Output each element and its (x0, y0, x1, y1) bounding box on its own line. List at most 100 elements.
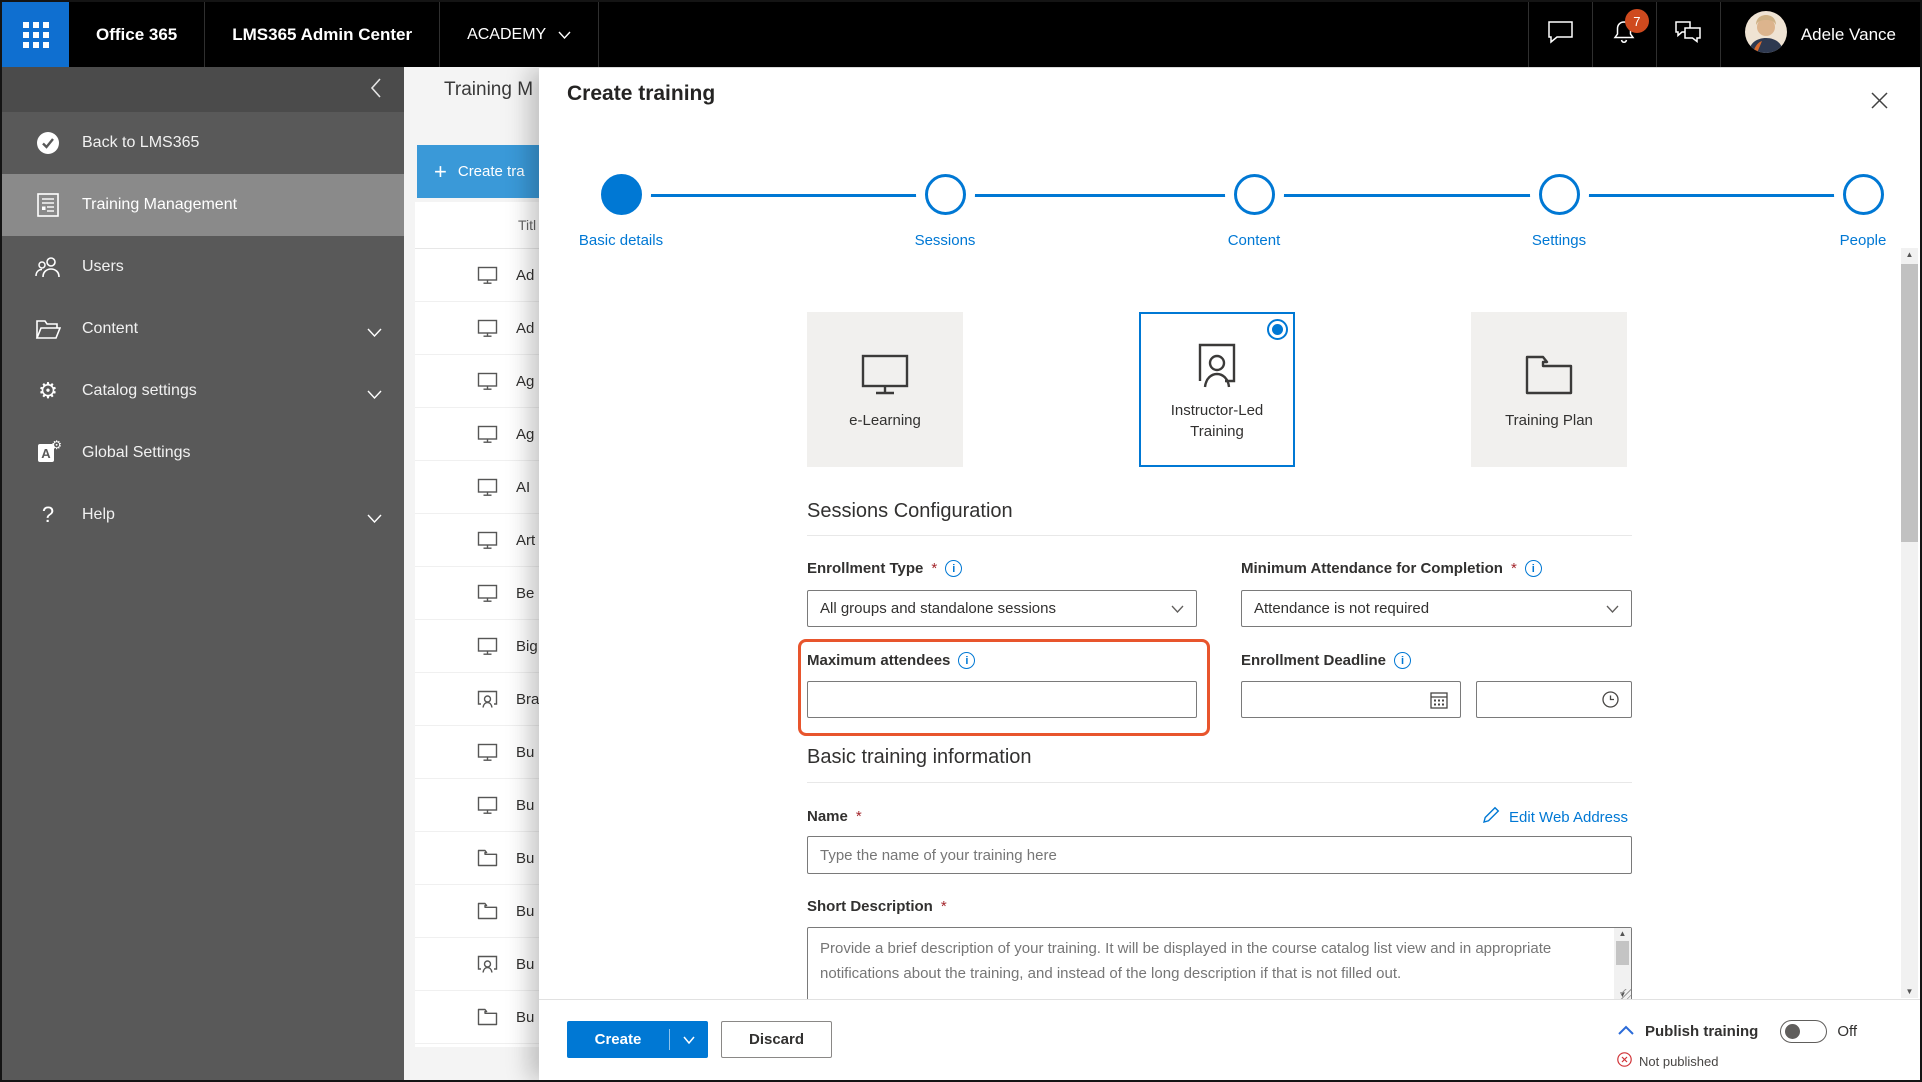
training-type-training-plan[interactable]: Training Plan (1471, 312, 1627, 467)
folder-icon (477, 1008, 499, 1026)
sidebar-item-global-settings[interactable]: A⚙ Global Settings (2, 422, 404, 484)
scroll-up-icon: ▲ (1901, 250, 1918, 259)
feedback-button[interactable] (1656, 2, 1720, 67)
toggle-state-label: Off (1837, 1023, 1857, 1040)
publish-training-control: Publish training Off (1617, 1020, 1857, 1043)
tenant-dropdown[interactable]: ACADEMY (440, 2, 599, 67)
modal-footer: Create Discard Publish training Off (539, 999, 1920, 1080)
training-type-elearning[interactable]: e-Learning (807, 312, 963, 467)
step-circle-icon (1234, 174, 1275, 215)
info-icon[interactable]: i (1525, 560, 1542, 577)
scroll-down-icon: ▼ (1901, 987, 1918, 996)
training-type-instructor-led[interactable]: Instructor-Led Training (1139, 312, 1295, 467)
info-icon[interactable]: i (1394, 652, 1411, 669)
enrollment-deadline-label: Enrollment Deadline i (1241, 652, 1411, 669)
chat-button[interactable] (1528, 2, 1592, 67)
row-title: Bra (516, 691, 539, 708)
folder-icon (477, 849, 499, 867)
modal-title: Create training (567, 82, 715, 106)
row-title: Ag (516, 426, 534, 443)
step-settings[interactable]: Settings (1474, 174, 1644, 249)
step-people[interactable]: People (1778, 174, 1922, 249)
step-circle-icon (601, 174, 642, 215)
textarea-resize-handle[interactable] (1621, 989, 1631, 999)
folder-open-icon (34, 318, 62, 340)
step-label: Basic details (536, 232, 706, 249)
user-name: Adele Vance (1801, 25, 1896, 45)
office-365-link[interactable]: Office 365 (69, 2, 205, 67)
edit-web-address-link[interactable]: Edit Web Address (1482, 806, 1628, 828)
chevron-down-icon (367, 386, 382, 404)
row-title: Ag (516, 373, 534, 390)
chevron-down-icon (367, 324, 382, 342)
chevron-down-icon (558, 26, 571, 44)
step-label: Settings (1474, 232, 1644, 249)
notifications-button[interactable]: 7 (1592, 2, 1656, 67)
discard-button[interactable]: Discard (721, 1021, 832, 1058)
min-attendance-dropdown[interactable]: Attendance is not required (1241, 590, 1632, 627)
name-input[interactable] (807, 836, 1632, 874)
chevron-up-icon[interactable] (1617, 1023, 1635, 1041)
person-icon (477, 955, 499, 974)
question-icon: ? (34, 502, 62, 528)
sidebar-collapse-button[interactable] (2, 67, 404, 112)
scrollbar-thumb (1901, 264, 1918, 542)
step-sessions[interactable]: Sessions (860, 174, 1030, 249)
row-title: Ad (516, 267, 534, 284)
chevron-down-icon (1606, 605, 1619, 613)
create-button[interactable]: Create (567, 1021, 669, 1058)
sidebar-item-help[interactable]: ? Help (2, 484, 404, 546)
publish-toggle[interactable] (1780, 1020, 1827, 1043)
folder-icon (477, 902, 499, 920)
monitor-icon (477, 478, 499, 497)
row-title: Bu (516, 744, 534, 761)
modal-scrollbar[interactable]: ▲ ▼ (1901, 248, 1918, 998)
sidebar-item-catalog-settings[interactable]: ⚙ Catalog settings (2, 360, 404, 422)
sidebar-item-training-management[interactable]: Training Management (2, 174, 404, 236)
row-title: Bu (516, 797, 534, 814)
monitor-icon (477, 319, 499, 338)
short-description-textarea[interactable] (807, 927, 1632, 1007)
monitor-icon (477, 796, 499, 815)
sidebar-item-back-to-lms365[interactable]: Back to LMS365 (2, 112, 404, 174)
chat-icon (1547, 20, 1574, 50)
training-list-icon (34, 193, 62, 217)
step-content[interactable]: Content (1169, 174, 1339, 249)
app-launcher-button[interactable] (2, 2, 69, 67)
step-label: Sessions (860, 232, 1030, 249)
enrollment-type-dropdown[interactable]: All groups and standalone sessions (807, 590, 1197, 627)
user-menu[interactable]: Adele Vance (1720, 2, 1920, 67)
enrollment-deadline-time-input[interactable] (1476, 681, 1632, 718)
info-icon[interactable]: i (958, 652, 975, 669)
info-icon[interactable]: i (945, 560, 962, 577)
sidebar: Back to LMS365 Training Management Users… (2, 67, 404, 1080)
row-title: Ad (516, 320, 534, 337)
column-header-title: Titl (518, 217, 536, 233)
create-menu-button[interactable] (670, 1021, 708, 1058)
instructor-icon (1141, 340, 1293, 390)
name-label: Name* (807, 808, 862, 825)
step-basic-details[interactable]: Basic details (536, 174, 706, 249)
enrollment-deadline-date-input[interactable] (1241, 681, 1461, 718)
avatar (1745, 11, 1787, 58)
divider (807, 782, 1632, 783)
waffle-icon (23, 22, 49, 48)
notification-badge: 7 (1625, 9, 1649, 33)
monitor-icon (477, 425, 499, 444)
sidebar-item-users[interactable]: Users (2, 236, 404, 298)
toggle-knob (1785, 1024, 1800, 1039)
row-title: Bu (516, 1009, 534, 1026)
step-label: People (1778, 232, 1922, 249)
create-split-button[interactable]: Create (567, 1021, 708, 1058)
screen: Office 365 LMS365 Admin Center ACADEMY 7 (0, 0, 1922, 1082)
close-button[interactable] (1871, 92, 1888, 114)
plus-icon: + (434, 161, 447, 183)
max-attendees-input[interactable] (807, 681, 1197, 718)
sidebar-item-content[interactable]: Content (2, 298, 404, 360)
people-icon (34, 255, 62, 279)
admin-center-link[interactable]: LMS365 Admin Center (205, 2, 440, 67)
page-title: Training M (444, 79, 533, 101)
pencil-icon (1482, 806, 1500, 828)
top-bar: Office 365 LMS365 Admin Center ACADEMY 7 (2, 2, 1920, 67)
person-icon (477, 690, 499, 709)
